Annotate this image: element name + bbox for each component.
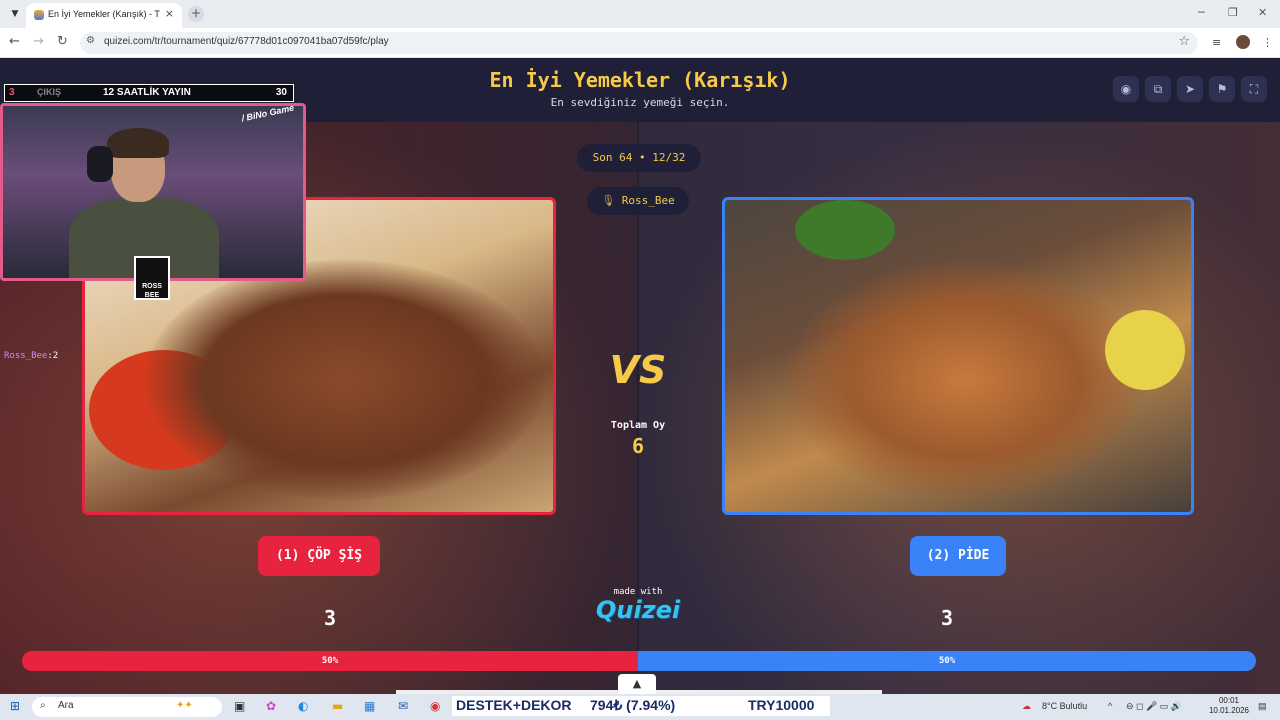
minimize-icon[interactable]: ─	[1198, 6, 1205, 19]
eye-icon[interactable]: ◉	[1113, 76, 1139, 102]
fullscreen-icon[interactable]: ⛶	[1241, 76, 1267, 102]
vs-icon: VS	[609, 348, 667, 392]
parsley-shape	[795, 200, 895, 260]
start-icon[interactable]: ⊞	[10, 699, 20, 713]
url-bar[interactable]: ⚙ quizei.com/tr/tournament/quiz/67778d01…	[80, 32, 1198, 54]
favicon-icon	[34, 10, 44, 20]
stream-exit-label: ÇIKIŞ	[37, 87, 62, 97]
right-vote-count: 3	[940, 606, 954, 630]
site-info-icon[interactable]: ⚙	[86, 35, 95, 46]
round-badge: Son 64 • 12/32	[577, 144, 701, 172]
browser-menu-icon[interactable]: ⋮	[1262, 36, 1273, 49]
chrome-icon[interactable]: ◉	[430, 699, 440, 713]
tray-chevron-icon[interactable]: ^	[1108, 701, 1112, 711]
voter-name: Ross_Bee	[621, 194, 675, 207]
address-toolbar: ← → ↻ ⚙ quizei.com/tr/tournament/quiz/67…	[0, 28, 1280, 58]
chat-user: Ross_Bee	[4, 351, 48, 361]
browser-tabstrip: ▼ En İyi Yemekler (Karışık) - Tier L × +…	[0, 0, 1280, 28]
ticker-target: TRY10000	[748, 697, 815, 713]
extensions-icon[interactable]: ≡	[1212, 36, 1221, 49]
rossbee-logo: ROSS BEE	[134, 256, 170, 300]
stream-title: 12 SAATLİK YAYIN	[103, 87, 191, 98]
choose-right-button[interactable]: (2) PİDE	[910, 536, 1006, 576]
new-tab-button[interactable]: +	[188, 6, 204, 22]
microphone-icon: 🎙	[601, 194, 616, 207]
taskbar-search[interactable]: ⌕ Ara ✦✦	[32, 697, 222, 717]
tab-title: En İyi Yemekler (Karışık) - Tier L	[48, 9, 160, 19]
webcam-overlay: / BiNo Game	[0, 103, 306, 281]
ticker-progress: 794₺ (7.94%)	[590, 697, 676, 713]
choose-left-button[interactable]: (1) ÇÖP ŞİŞ	[258, 536, 380, 576]
left-vote-count: 3	[323, 606, 337, 630]
lemon-shape	[1105, 310, 1185, 390]
profile-avatar[interactable]	[1236, 35, 1250, 49]
chevron-up-icon[interactable]: ▲	[618, 674, 656, 694]
option-right-image[interactable]	[722, 197, 1194, 515]
quizei-logo[interactable]: Quizei	[588, 596, 688, 624]
edge-icon[interactable]: ◐	[298, 699, 308, 713]
flag-icon[interactable]: ⚑	[1209, 76, 1235, 102]
bookmark-star-icon[interactable]: ☆	[1178, 34, 1190, 49]
donation-ticker: DESTEK+DEKOR 794₺ (7.94%) TRY10000	[452, 696, 830, 716]
total-votes-value: 6	[631, 434, 645, 458]
send-icon[interactable]: ➤	[1177, 76, 1203, 102]
browser-tab[interactable]: En İyi Yemekler (Karışık) - Tier L ×	[26, 3, 182, 28]
pide-shape	[785, 260, 1145, 500]
left-percent-bar: 50%	[22, 651, 638, 671]
stream-counter-left: 3	[9, 87, 15, 98]
restore-icon[interactable]: ❐	[1228, 6, 1238, 19]
ticker-goal: DESTEK+DEKOR	[456, 697, 572, 713]
stream-counter-right: 30	[275, 87, 287, 98]
weather-icon: ☁	[1022, 701, 1031, 711]
streamer-hair	[107, 128, 169, 158]
total-votes-label: Toplam Oy	[610, 420, 666, 431]
skewers-shape	[145, 260, 545, 500]
stream-brand-badge: / BiNo Game	[240, 103, 295, 124]
forward-icon[interactable]: →	[33, 34, 44, 49]
file-explorer-icon[interactable]: ▬	[332, 699, 343, 713]
reload-icon[interactable]: ↻	[57, 34, 68, 49]
copilot-icon[interactable]: ✿	[266, 699, 276, 713]
chat-line: Ross_Bee:2	[4, 351, 58, 361]
mail-icon[interactable]: ✉	[398, 699, 408, 713]
url-text[interactable]: quizei.com/tr/tournament/quiz/67778d01c0…	[104, 36, 389, 47]
chat-text: :2	[47, 351, 59, 361]
clock-date: 10.01.2026	[1208, 706, 1250, 715]
back-icon[interactable]: ←	[9, 34, 20, 49]
tab-menu-icon[interactable]: ▼	[6, 5, 24, 23]
stream-title-bar: 3 ÇIKIŞ 12 SAATLİK YAYIN 30	[4, 84, 294, 102]
store-icon[interactable]: ▦	[364, 699, 375, 713]
tray-apps-icon[interactable]: ⊖ ◻ 🎤 ▭ 🔊	[1126, 701, 1182, 712]
copilot-sparkle-icon: ✦✦	[176, 700, 193, 711]
share-icon[interactable]: ⧉	[1145, 76, 1171, 102]
right-percent-bar: 50%	[638, 651, 1256, 671]
search-icon: ⌕	[40, 700, 46, 711]
headset-shape	[87, 146, 113, 182]
clock-time: 00:01	[1218, 696, 1240, 705]
voter-badge: 🎙 Ross_Bee	[587, 187, 689, 215]
window-close-icon[interactable]: ✕	[1258, 6, 1267, 19]
system-clock[interactable]: 00:01 10.01.2026	[1206, 696, 1252, 716]
notification-icon[interactable]: ▤	[1258, 701, 1267, 712]
task-view-icon[interactable]: ▣	[234, 699, 245, 713]
weather-text: 8°C Bulutlu	[1042, 701, 1088, 711]
tab-close-icon[interactable]: ×	[165, 7, 174, 20]
search-placeholder: Ara	[58, 700, 74, 711]
